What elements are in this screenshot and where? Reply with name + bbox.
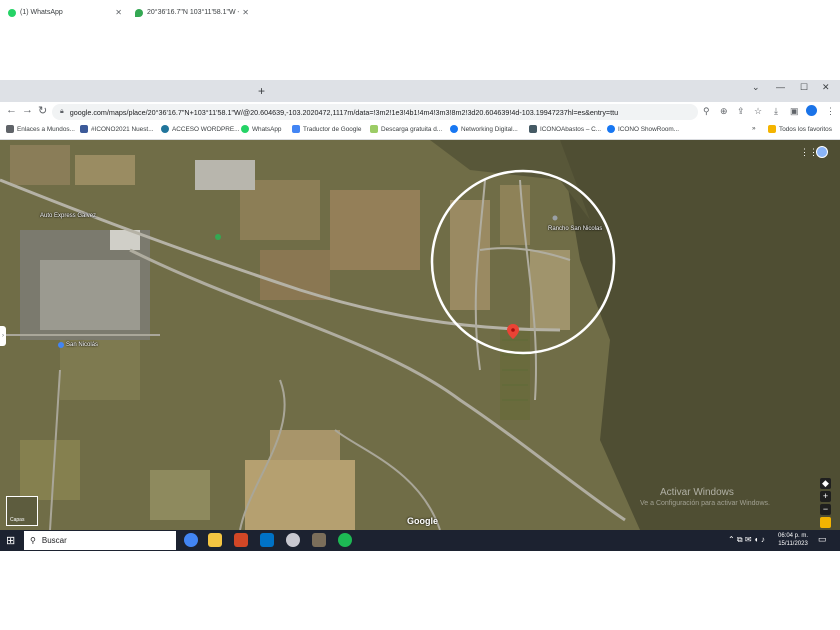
layers-button[interactable]: Capas (6, 496, 38, 526)
place-label[interactable]: San Nicolás (66, 342, 98, 348)
bookmark-item[interactable]: ICONO ShowRoom... (607, 125, 679, 133)
map-controls: ◆ + − (820, 478, 831, 528)
spotify-icon[interactable] (338, 533, 352, 547)
bookmark-item[interactable]: WhatsApp (241, 125, 281, 133)
url-text: google.com/maps/place/20°36'16.7"N+103°1… (69, 107, 619, 117)
bookmark-folder[interactable]: Todos los favoritos (768, 125, 832, 133)
bookmark-item[interactable]: Traductor de Google (292, 125, 361, 133)
back-button[interactable]: ← (6, 104, 17, 116)
map-pin-icon (135, 8, 143, 17)
compass-icon[interactable]: ◆ (820, 478, 831, 489)
clock-date: 15/11/2023 (778, 541, 808, 547)
sidepanel-icon[interactable]: ▣ (790, 106, 799, 117)
search-placeholder: Buscar (41, 536, 67, 545)
activate-windows-subtitle: Ve a Configuración para activar Windows. (640, 500, 770, 507)
app-icon[interactable] (286, 533, 300, 547)
zoom-in-button[interactable]: + (820, 491, 831, 502)
place-label[interactable]: Rancho San Nicolas (548, 226, 602, 232)
pegman-icon[interactable] (820, 517, 831, 528)
address-bar[interactable]: 🔒︎ google.com/maps/place/20°36'16.7"N+10… (52, 104, 698, 120)
chrome-icon[interactable] (184, 533, 198, 547)
tab-label: 20°36'16.7"N 103°11'58.1"W - G (147, 9, 239, 16)
page-icon (529, 125, 537, 133)
outlook-icon[interactable] (260, 533, 274, 547)
bookmark-item[interactable]: Enlaces a Mundos... (6, 125, 75, 133)
share-icon[interactable]: ⇪ (737, 106, 745, 117)
menu-icon[interactable]: ⋮ (826, 106, 835, 117)
close-icon[interactable]: ✕ (242, 8, 249, 17)
tab-bar (0, 80, 840, 102)
collapse-panel-button[interactable]: › (0, 326, 6, 346)
tab-label: (1) WhatsApp (20, 9, 63, 16)
translate-icon (292, 125, 300, 133)
place-label[interactable]: Auto Express Galvez (40, 213, 96, 219)
translate-icon[interactable]: ⊕ (720, 106, 728, 117)
bookmark-item[interactable]: ICONOAbastos – C... (529, 125, 601, 133)
bookmark-item[interactable]: ACCESO WORDPRE... (161, 125, 239, 133)
bookmarks-overflow[interactable]: » (752, 125, 756, 132)
search-icon: ⚲ (30, 536, 36, 545)
bookmark-item[interactable]: Descarga gratuita d... (370, 125, 442, 133)
reload-button[interactable]: ↻ (38, 104, 47, 117)
bookmark-item[interactable]: #ICONO2021 Nuest... (80, 125, 154, 133)
chevron-right-icon: » (752, 125, 756, 132)
zoom-out-button[interactable]: − (820, 504, 831, 515)
profile-avatar[interactable] (806, 105, 817, 116)
lock-icon: 🔒︎ (60, 108, 64, 115)
taskbar-clock[interactable]: 06:04 p. m. 15/11/2023 (778, 532, 808, 548)
facebook-icon (450, 125, 458, 133)
layers-label: Capas (10, 517, 25, 523)
system-tray[interactable]: ⌃ ⧉ ✉ ◖ ♪ (728, 535, 765, 545)
taskbar-search[interactable]: ⚲ Buscar (24, 531, 176, 550)
satellite-map[interactable]: Auto Express Galvez Rancho San Nicolas S… (0, 140, 840, 530)
tab-maps[interactable]: 20°36'16.7"N 103°11'58.1"W - G ✕ (129, 3, 255, 22)
bookmark-item[interactable]: Networking Digital... (450, 125, 518, 133)
maximize-button[interactable]: ☐ (800, 82, 808, 93)
clock-time: 06:04 p. m. (778, 533, 809, 539)
close-icon[interactable]: ✕ (115, 8, 122, 17)
folder-icon (768, 125, 776, 133)
satellite-imagery (0, 140, 840, 530)
powerpoint-icon[interactable] (234, 533, 248, 547)
whatsapp-icon (8, 8, 16, 17)
page-icon (80, 125, 88, 133)
download-icon[interactable]: ⤓ (774, 106, 778, 117)
google-logo: Google (407, 516, 438, 526)
new-tab-button[interactable]: + (258, 84, 265, 98)
chevron-down-icon[interactable]: ⌄ (752, 82, 760, 93)
download-icon (370, 125, 378, 133)
forward-button[interactable]: → (22, 104, 33, 116)
tab-whatsapp[interactable]: (1) WhatsApp ✕ (2, 3, 128, 22)
windows-start-icon[interactable]: ⊞ (6, 534, 15, 547)
file-explorer-icon[interactable] (208, 533, 222, 547)
notification-icon[interactable]: ▭ (818, 534, 827, 545)
app-icon[interactable] (312, 533, 326, 547)
wordpress-icon (161, 125, 169, 133)
whatsapp-icon (241, 125, 249, 133)
activate-windows-title: Activar Windows (660, 487, 734, 498)
facebook-icon (607, 125, 615, 133)
account-avatar[interactable] (816, 146, 828, 158)
star-icon[interactable]: ☆ (754, 106, 762, 117)
location-icon[interactable]: ⚲ (703, 106, 710, 117)
minimize-button[interactable]: — (776, 82, 785, 92)
link-icon (6, 125, 14, 133)
close-window-button[interactable]: ✕ (822, 82, 830, 93)
